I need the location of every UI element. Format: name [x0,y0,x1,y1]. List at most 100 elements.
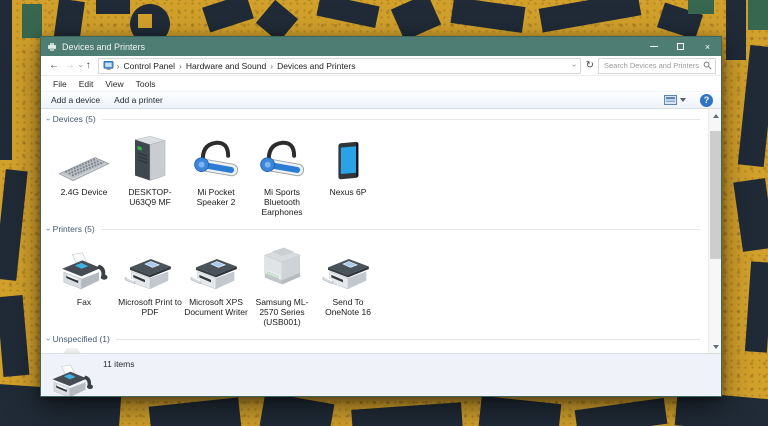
window-title-bar[interactable]: Devices and Printers × [41,37,721,56]
breadcrumb-control-panel[interactable]: Control Panel [122,61,178,71]
wallpaper-shape [748,0,768,30]
item-label: Nexus 6P [316,187,380,219]
devices-and-printers-window: Devices and Printers × ← → › ↑ ›Control … [40,36,722,397]
printer-icon [189,242,243,294]
wallpaper-shape [0,169,28,281]
wallpaper-shape [391,0,441,41]
wallpaper-shape [0,0,12,160]
minimize-button[interactable] [640,37,667,56]
printer-item-fax[interactable]: Fax [51,235,117,329]
scroll-down-icon [713,345,719,349]
item-label: Microsoft XPS Document Writer [184,297,248,329]
wallpaper-shape [202,0,254,32]
chevron-down-icon: › [44,338,53,341]
breadcrumb: ›Control Panel›Hardware and Sound›Device… [115,61,571,71]
menu-edit[interactable]: Edit [73,79,100,89]
wallpaper-shape [351,402,463,426]
scroll-up-button[interactable] [709,109,722,122]
item-label: Mi Sports Bluetooth Earphones [250,187,314,219]
wallpaper-shape [96,0,130,14]
maximize-icon [677,43,684,50]
maximize-button[interactable] [667,37,694,56]
printer-item-microsoft-print-to-pdf[interactable]: Microsoft Print to PDF [117,235,183,329]
wallpaper-shape [451,0,526,33]
device-item-desktop-u63q9-mf[interactable]: DESKTOP-U63Q9 MF [117,125,183,219]
chevron-down-icon: › [44,118,53,121]
menu-bar: FileEditViewTools [41,76,721,91]
back-icon[interactable]: ← [46,61,62,71]
add-a-device-button[interactable]: Add a device [51,95,106,105]
wallpaper-shape [316,0,379,28]
wallpaper-shape [138,14,152,28]
wallpaper-shape [575,398,668,426]
folder-details-icon [48,363,96,396]
search-box[interactable] [598,58,716,74]
add-a-printer-button[interactable]: Add a printer [114,95,169,105]
chevron-down-icon: › [44,228,53,231]
wallpaper-shape [149,397,242,426]
menu-tools[interactable]: Tools [130,79,162,89]
recent-pages-chevron-icon[interactable]: › [76,63,84,68]
menu-view[interactable]: View [99,79,129,89]
keyboard-icon [56,132,112,184]
printer-item-send-to-onenote-16[interactable]: Send To OneNote 16 [315,235,381,329]
items-viewport: ›Devices (5) 2.4G Device DESKTOP-U63Q9 M… [41,109,721,353]
change-view-button[interactable] [664,95,686,105]
minimize-icon [650,46,658,47]
fax-icon [57,242,111,294]
section-header-printers-5[interactable]: ›Printers (5) [47,223,700,235]
breadcrumb-devices-and-printers[interactable]: Devices and Printers [275,61,357,71]
device-grid: 2.4G Device DESKTOP-U63Q9 MF Mi Pocket S… [41,125,708,219]
items-count: 11 items [103,359,135,369]
address-box[interactable]: ›Control Panel›Hardware and Sound›Device… [98,58,581,74]
wallpaper-shape [0,295,29,377]
scrollbar-thumb[interactable] [710,131,721,259]
section-divider [116,339,700,340]
item-label: Samsung ML-2570 Series (USB001) [250,297,314,329]
printer-item-microsoft-xps-document-writer[interactable]: Microsoft XPS Document Writer [183,235,249,329]
wallpaper-shape [745,261,768,352]
help-button[interactable]: ? [700,94,713,107]
printer-icon [123,242,177,294]
wallpaper-shape [738,45,768,167]
refresh-icon[interactable]: ↻ [584,60,598,71]
pc-tower-icon [130,132,170,184]
wallpaper-shape [539,0,642,33]
menu-file[interactable]: File [47,79,73,89]
command-bar: Add a device Add a printer ? [41,91,721,109]
vertical-scrollbar[interactable] [708,109,721,353]
wallpaper-shape [688,0,714,14]
scroll-down-button[interactable] [709,340,722,353]
address-bar: ← → › ↑ ›Control Panel›Hardware and Soun… [41,56,721,76]
wallpaper-shape [479,396,562,426]
device-item-mi-sports-bluetooth-earphones[interactable]: Mi Sports Bluetooth Earphones [249,125,315,219]
wallpaper-shape [22,4,42,38]
section-label: Printers (5) [53,224,95,234]
smartphone-icon [332,132,364,184]
search-icon[interactable] [703,61,712,70]
breadcrumb-separator-icon: › [268,61,275,71]
printer-icon [321,242,375,294]
control-panel-icon [103,60,114,71]
device-item-2-4g-device[interactable]: 2.4G Device [51,125,117,219]
search-input[interactable] [604,61,703,70]
wallpaper-shape [726,0,746,60]
device-item-nexus-6p[interactable]: Nexus 6P [315,125,381,219]
close-button[interactable]: × [694,37,721,56]
wallpaper-shape [733,178,768,252]
section-divider [101,229,700,230]
device-item-mi-pocket-speaker-2[interactable]: Mi Pocket Speaker 2 [183,125,249,219]
printer-grid: Fax Microsoft Print to PDF Microsoft XPS… [41,235,708,329]
scroll-up-icon [713,114,719,118]
details-status-bar: 11 items [41,353,721,396]
section-header-unspecified-1[interactable]: ›Unspecified (1) [47,333,700,345]
item-label: Mi Pocket Speaker 2 [184,187,248,219]
section-header-devices-5[interactable]: ›Devices (5) [47,113,700,125]
command-bar-items: Add a device Add a printer [51,95,177,105]
breadcrumb-hardware-and-sound[interactable]: Hardware and Sound [184,61,268,71]
printer-item-samsung-ml-2570-series-usb001[interactable]: Samsung ML-2570 Series (USB001) [249,235,315,329]
item-label: 2.4G Device [52,187,116,219]
address-dropdown-chevron-icon[interactable]: › [570,62,579,69]
items-viewport-inner: ›Devices (5) 2.4G Device DESKTOP-U63Q9 M… [41,109,708,353]
section-label: Devices (5) [53,114,96,124]
